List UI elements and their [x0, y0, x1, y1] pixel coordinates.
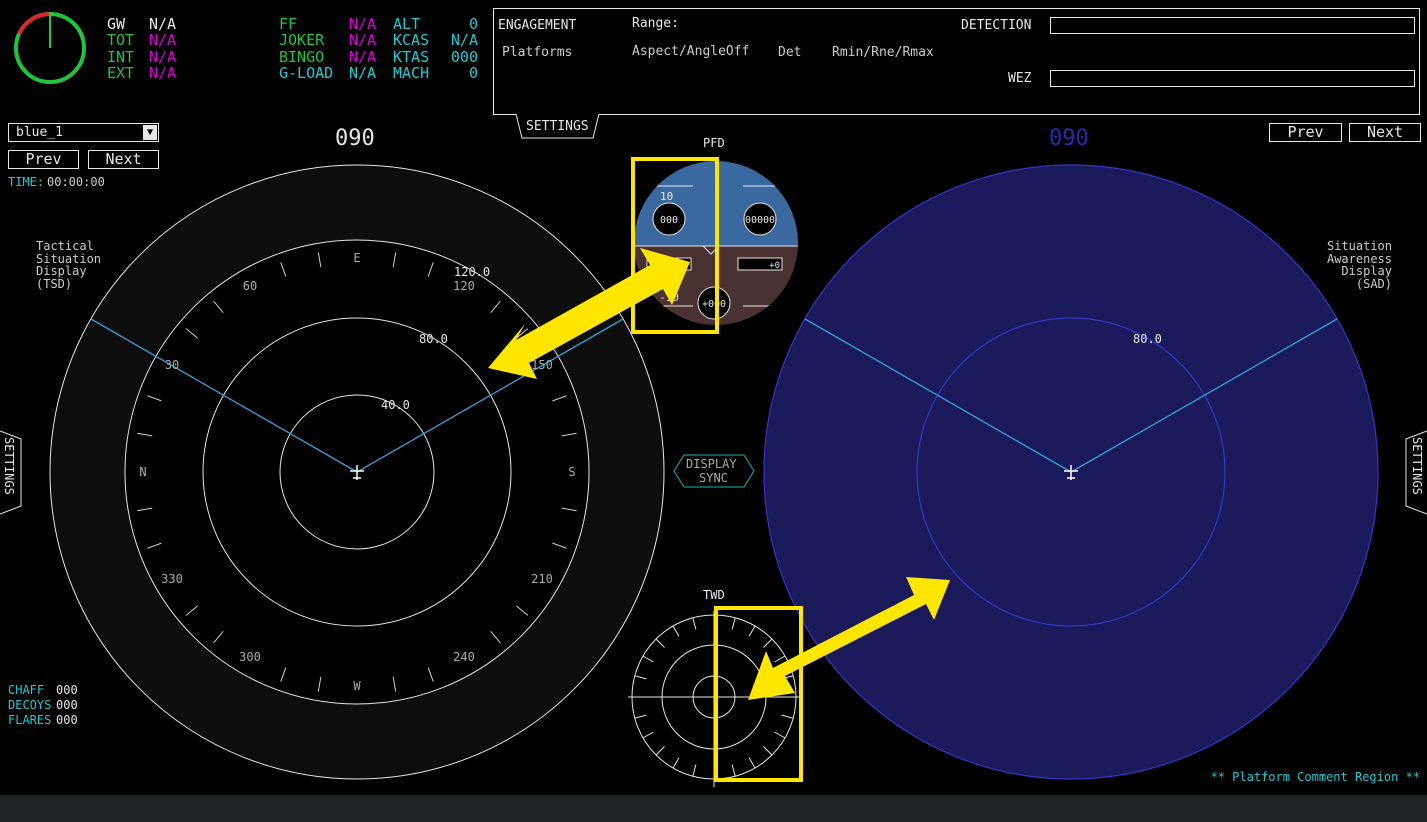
chaff-value: 000: [56, 683, 78, 697]
flares-label: FLARES: [8, 713, 52, 727]
flares-value: 000: [56, 713, 78, 727]
decoys-value: 000: [56, 698, 78, 712]
pfd-highlight-box: [631, 157, 719, 334]
chaff-label: CHAFF: [8, 683, 45, 697]
arrow-twd-sad-icon: [748, 577, 950, 700]
annotation-overlay: [488, 157, 950, 782]
platform-comment-region: ** Platform Comment Region **: [1210, 770, 1420, 784]
arrow-pfd-tsd-icon: [488, 248, 690, 379]
bottom-status-bar: [0, 795, 1427, 822]
decoys-label: DECOYS: [8, 698, 52, 712]
